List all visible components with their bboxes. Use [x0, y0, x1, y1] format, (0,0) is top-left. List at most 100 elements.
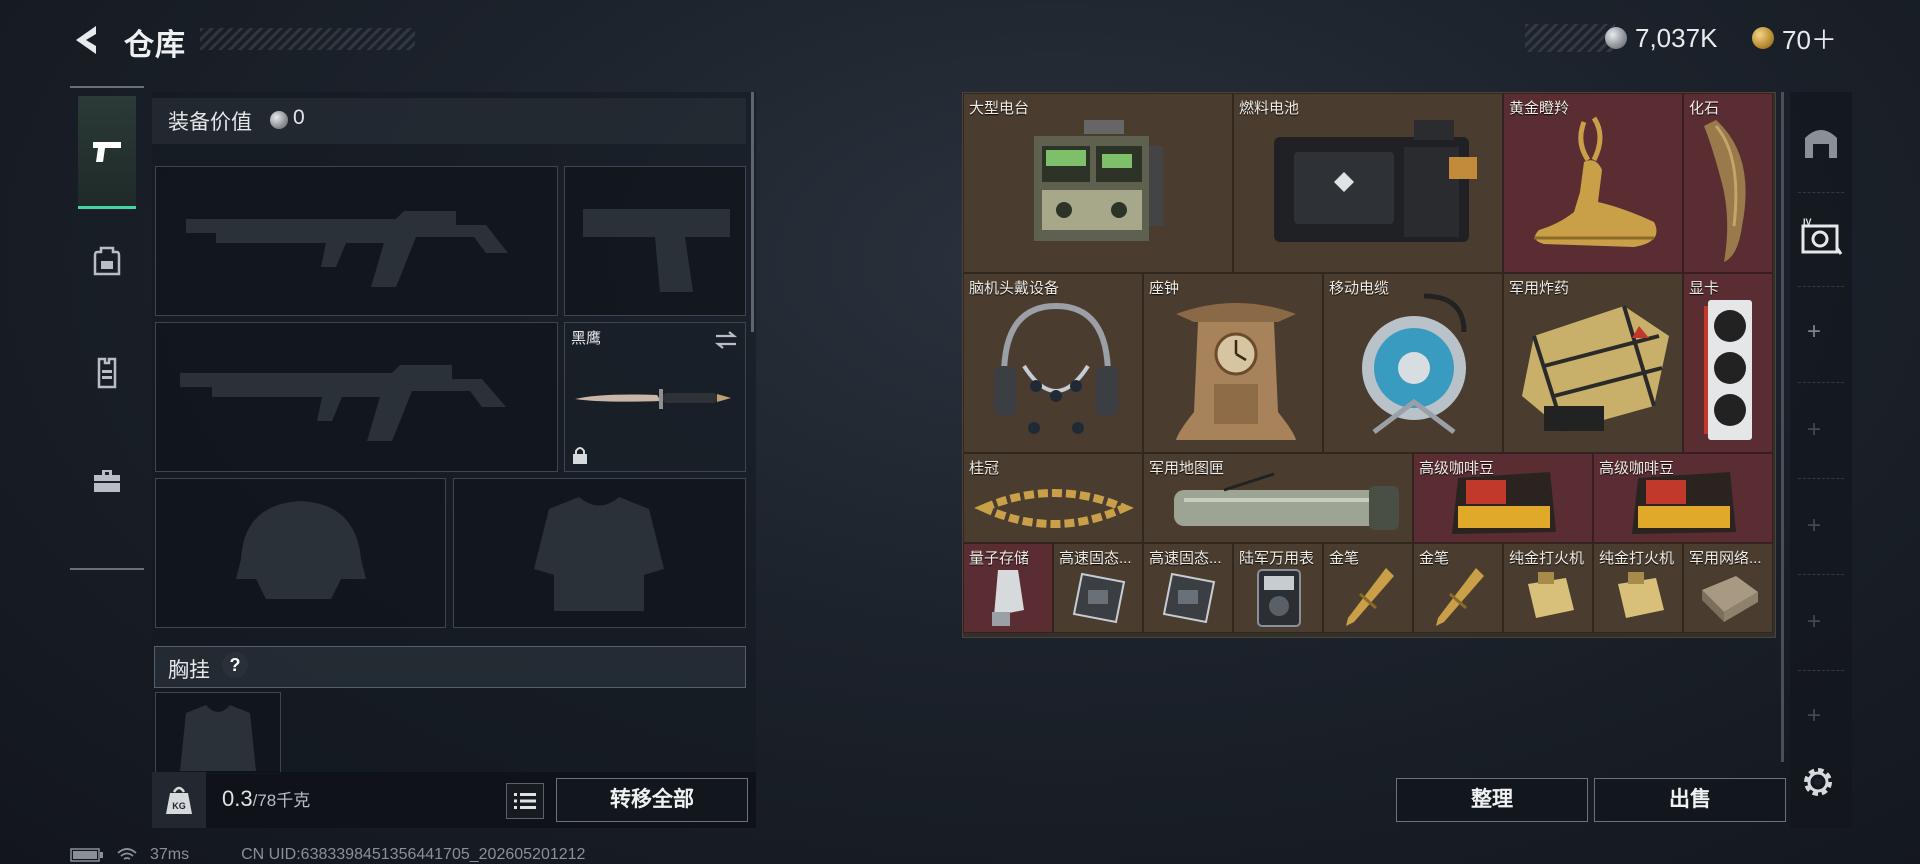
settings-gear-icon[interactable] — [1800, 764, 1836, 800]
primary-weapon-slot[interactable] — [155, 166, 558, 316]
silver-currency[interactable]: 7,037K — [1605, 20, 1717, 56]
usb-drive-icon — [992, 570, 1024, 626]
item-name: 量子存储 — [969, 550, 1030, 567]
loadout-scrollbar[interactable] — [751, 92, 754, 332]
melee-slot[interactable]: 黑鹰 — [564, 322, 746, 472]
item-cell[interactable]: 移动电缆 — [1323, 273, 1503, 453]
gold-coin-icon — [1752, 27, 1774, 49]
item-name: 脑机头戴设备 — [969, 280, 1060, 297]
weight-capacity: /78千克 — [252, 791, 311, 810]
silver-amount: 7,037K — [1635, 22, 1718, 53]
item-cell[interactable]: 军用地图匣 — [1143, 453, 1413, 543]
fossil-claw-icon — [1704, 120, 1746, 262]
add-page-icon: + — [1807, 416, 1822, 443]
lock-icon — [573, 447, 587, 464]
item-cell[interactable]: 金笔 — [1323, 543, 1413, 633]
back-arrow-icon[interactable] — [70, 22, 106, 58]
tab-armor[interactable] — [78, 318, 136, 428]
item-cell[interactable]: 军用炸药 — [1503, 273, 1683, 453]
radio-icon — [1034, 120, 1163, 241]
weight-value: 0.3 — [222, 786, 253, 811]
page-tab-1[interactable] — [1790, 122, 1852, 162]
item-name: 大型电台 — [969, 100, 1030, 117]
tab-toolbox[interactable] — [78, 426, 136, 536]
help-icon[interactable]: ? — [222, 652, 248, 678]
fuel-cell-icon — [1274, 120, 1477, 242]
sidearm-slot[interactable] — [564, 166, 746, 316]
item-cell[interactable]: 黄金瞪羚 — [1503, 93, 1683, 273]
add-page-icon: + — [1807, 608, 1822, 635]
item-cell[interactable]: 军用网络... — [1683, 543, 1773, 633]
item-name: 军用炸药 — [1509, 280, 1570, 297]
item-cell[interactable]: 座钟 — [1143, 273, 1323, 453]
battery-icon — [70, 848, 103, 862]
item-cell[interactable]: 陆军万用表 — [1233, 543, 1323, 633]
item-name: 纯金打火机 — [1509, 550, 1585, 567]
page-tab-2[interactable]: IV — [1790, 218, 1852, 258]
item-cell[interactable]: 纯金打火机 — [1503, 543, 1593, 633]
rifle-silhouette-icon — [186, 211, 508, 287]
body-armor-slot[interactable] — [453, 478, 746, 628]
item-name: 军用网络... — [1689, 550, 1762, 567]
cable-reel-icon — [1362, 293, 1467, 434]
gazelle-icon — [1534, 116, 1657, 247]
clock-icon — [1176, 303, 1296, 440]
status-bar: 37ms CN UID:6383398451356441705_20260520… — [70, 846, 585, 864]
gpu-icon — [1704, 300, 1752, 440]
tab-weapon[interactable] — [78, 96, 136, 209]
item-name: 纯金打火机 — [1599, 550, 1675, 567]
item-cell[interactable]: 纯金打火机 — [1593, 543, 1683, 633]
item-name: 化石 — [1689, 100, 1720, 117]
svg-text:IV: IV — [1803, 218, 1812, 227]
item-cell[interactable]: 显卡 — [1683, 273, 1773, 453]
helmet-silhouette-icon — [236, 501, 366, 599]
item-cell[interactable]: 化石 — [1683, 93, 1773, 273]
chest-rig-slot[interactable] — [155, 692, 281, 774]
transfer-all-button[interactable]: 转移全部 — [556, 778, 748, 822]
weight-icon: KG — [166, 786, 192, 814]
currency-decoration — [1525, 24, 1615, 52]
equip-value-label: 装备价值 — [168, 111, 252, 134]
safe-box-icon: IV — [1801, 218, 1843, 255]
coffee-bag-icon — [1452, 472, 1556, 534]
storage-scrollbar[interactable] — [1781, 92, 1784, 762]
secondary-weapon-slot[interactable] — [155, 322, 558, 472]
item-cell[interactable]: 量子存储 — [963, 543, 1053, 633]
item-cell[interactable]: 高速固态... — [1053, 543, 1143, 633]
swap-icon[interactable] — [713, 329, 739, 351]
list-view-button[interactable] — [506, 783, 544, 819]
helmet-slot[interactable] — [155, 478, 446, 628]
item-name: 高速固态... — [1059, 550, 1132, 567]
sell-button[interactable]: 出售 — [1594, 778, 1786, 822]
item-cell[interactable]: 大型电台 — [963, 93, 1233, 273]
vest-icon — [97, 357, 117, 389]
tab-gear[interactable] — [78, 206, 136, 316]
pistol-silhouette-icon — [583, 209, 730, 292]
add-page-icon: + — [1807, 702, 1822, 729]
headset-icon — [994, 302, 1118, 434]
item-cell[interactable]: 高级咖啡豆 — [1413, 453, 1593, 543]
chest-rig-label: 胸挂 — [168, 659, 210, 682]
gold-pen-icon — [1346, 568, 1394, 626]
add-page-icon: + — [1807, 512, 1822, 539]
add-page-icon[interactable]: + — [1807, 318, 1821, 346]
gold-amount: 70＋ — [1782, 24, 1837, 55]
pistol-icon — [93, 142, 121, 162]
item-cell[interactable]: 高速固态... — [1143, 543, 1233, 633]
uid-text: CN UID:6383398451356441705_202605201212 — [241, 846, 586, 863]
item-cell[interactable]: 燃料电池 — [1233, 93, 1503, 273]
item-cell[interactable]: 脑机头戴设备 — [963, 273, 1143, 453]
weight-box: KG — [152, 772, 206, 828]
chest-rig-silhouette-icon — [180, 705, 256, 771]
gold-currency[interactable]: 70＋ — [1752, 20, 1837, 56]
rifle-silhouette-icon — [180, 365, 506, 441]
item-cell[interactable]: 金笔 — [1413, 543, 1503, 633]
page-title: 仓库 — [124, 29, 186, 62]
map-tube-icon — [1174, 472, 1399, 530]
item-cell[interactable]: 高级咖啡豆 — [1593, 453, 1773, 543]
sort-button[interactable]: 整理 — [1396, 778, 1588, 822]
silver-coin-icon — [1605, 27, 1627, 49]
equip-value: 0 — [293, 106, 305, 129]
item-cell[interactable]: 桂冠 — [963, 453, 1143, 543]
coffee-bag-icon — [1632, 472, 1736, 534]
